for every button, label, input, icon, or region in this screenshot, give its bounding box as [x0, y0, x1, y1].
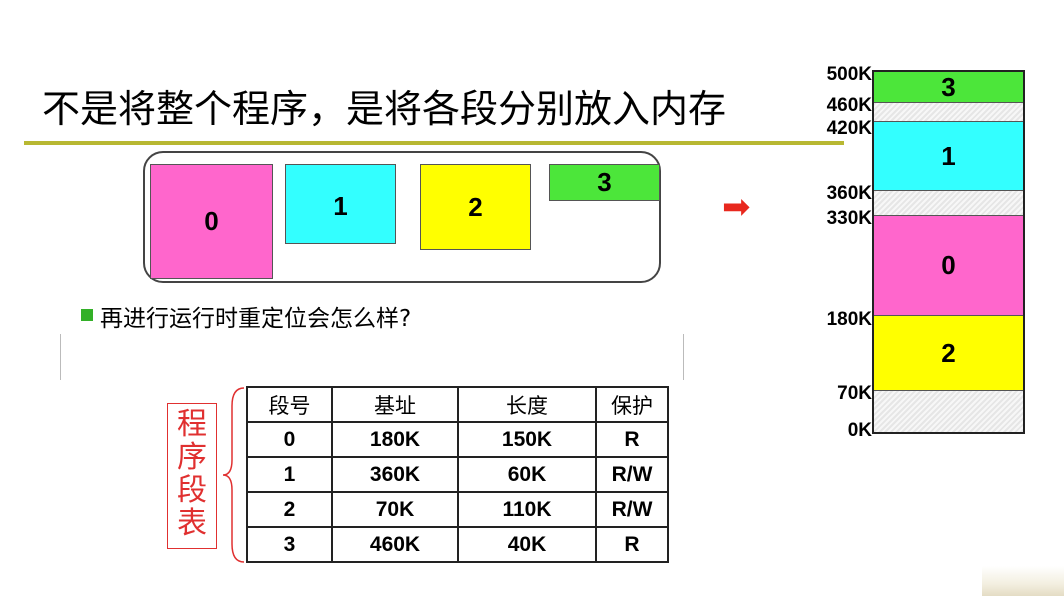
address-label: 500K [826, 64, 872, 85]
address-label: 0K [847, 420, 872, 441]
table-cell: 3 [246, 526, 333, 563]
table-cell: 180K [331, 421, 459, 458]
header-cell: 段号 [246, 386, 333, 423]
segment-label: 0 [204, 206, 219, 236]
relocation-question: 再进行运行时重定位会怎么样? [100, 306, 412, 332]
table-cell: 150K [457, 421, 597, 458]
memory-block-label: 0 [941, 250, 956, 280]
table-cell: R/W [595, 491, 669, 528]
table-row: 3 460K 40K R [246, 526, 669, 563]
memory-free-block [874, 391, 1023, 432]
memory-block-2: 2 [874, 316, 1023, 391]
divider-left [60, 334, 61, 380]
corner-decoration [982, 566, 1064, 596]
table-cell: 2 [246, 491, 333, 528]
address-label: 180K [826, 309, 872, 330]
program-segment-1: 1 [285, 164, 396, 244]
memory-block-label: 3 [941, 71, 956, 102]
divider-right [683, 334, 684, 380]
memory-block-label: 1 [941, 140, 956, 171]
table-cell: R [595, 526, 669, 563]
address-label: 420K [826, 118, 872, 139]
table-cell: 110K [457, 491, 597, 528]
memory-map: 3 1 0 2 [872, 70, 1025, 434]
memory-block-3: 3 [874, 72, 1023, 103]
memory-block-1: 1 [874, 121, 1023, 191]
address-label: 460K [826, 95, 872, 116]
address-label: 360K [826, 183, 872, 204]
segment-label: 1 [333, 191, 348, 221]
header-cell: 保护 [595, 386, 669, 423]
title-underline [24, 141, 844, 145]
header-cell: 基址 [331, 386, 459, 423]
header-cell: 长度 [457, 386, 597, 423]
right-arrow-icon: ➡ [722, 187, 751, 227]
table-cell: R/W [595, 456, 669, 493]
program-segment-2: 2 [420, 164, 531, 250]
slide-title: 不是将整个程序，是将各段分别放入内存 [42, 87, 727, 131]
segment-table: 段号 基址 长度 保护 0 180K 150K R 1 360K 60K R/W… [246, 386, 669, 563]
table-label-text: 程序段表 [177, 407, 207, 541]
table-cell: 360K [331, 456, 459, 493]
program-segment-0: 0 [150, 164, 273, 279]
table-cell: 1 [246, 456, 333, 493]
table-header-row: 段号 基址 长度 保护 [246, 386, 669, 423]
bullet-square-icon [81, 309, 93, 321]
program-segments-box: 0 1 2 3 [143, 151, 661, 283]
address-label: 70K [837, 383, 872, 404]
program-segment-3: 3 [549, 164, 660, 201]
table-cell: 60K [457, 456, 597, 493]
program-segment-table-label: 程序段表 [167, 403, 217, 549]
memory-free-block [874, 191, 1023, 215]
memory-block-label: 2 [941, 337, 956, 368]
segment-label: 3 [597, 167, 612, 197]
table-cell: 0 [246, 421, 333, 458]
table-cell: R [595, 421, 669, 458]
table-row: 0 180K 150K R [246, 421, 669, 458]
memory-block-0: 0 [874, 215, 1023, 316]
table-row: 1 360K 60K R/W [246, 456, 669, 493]
address-label: 330K [826, 208, 872, 229]
table-row: 2 70K 110K R/W [246, 491, 669, 528]
segment-label: 2 [468, 191, 483, 222]
curly-brace-icon [222, 387, 245, 563]
table-cell: 460K [331, 526, 459, 563]
memory-free-block [874, 103, 1023, 121]
table-cell: 40K [457, 526, 597, 563]
table-cell: 70K [331, 491, 459, 528]
